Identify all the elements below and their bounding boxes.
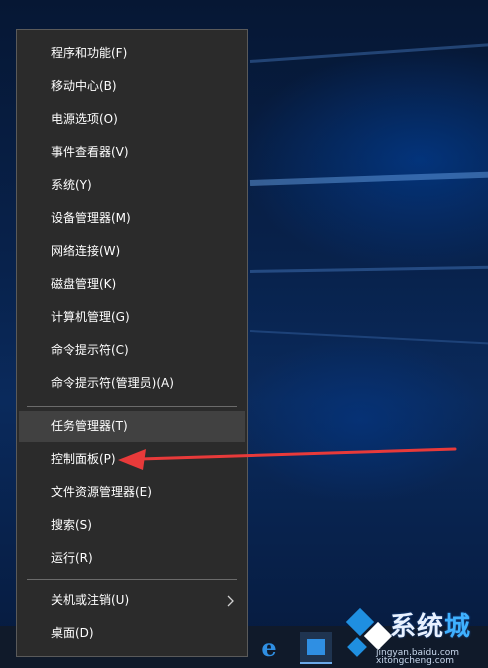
menu-item-label: 桌面(D) — [51, 626, 94, 640]
store-app-icon[interactable] — [300, 632, 332, 664]
light-beam — [249, 330, 488, 345]
menu-item-label: 任务管理器(T) — [51, 419, 128, 433]
menu-item-shutdown-signout[interactable]: 关机或注销(U) — [19, 585, 245, 616]
menu-item-desktop[interactable]: 桌面(D) — [19, 618, 245, 649]
winx-context-menu: 程序和功能(F) 移动中心(B) 电源选项(O) 事件查看器(V) 系统(Y) … — [16, 29, 248, 657]
watermark-title: 系统城 — [390, 606, 471, 643]
menu-item-label: 网络连接(W) — [51, 244, 121, 258]
menu-item-mobility-center[interactable]: 移动中心(B) — [19, 71, 245, 102]
watermark-title-accent: 城 — [444, 612, 472, 642]
menu-item-label: 系统(Y) — [51, 178, 92, 192]
menu-item-label: 文件资源管理器(E) — [51, 485, 152, 499]
menu-item-disk-management[interactable]: 磁盘管理(K) — [19, 269, 245, 300]
menu-item-label: 计算机管理(G) — [51, 310, 130, 324]
light-beam — [249, 265, 488, 273]
menu-item-label: 事件查看器(V) — [51, 145, 129, 159]
menu-item-file-explorer[interactable]: 文件资源管理器(E) — [19, 477, 245, 508]
menu-item-task-manager[interactable]: 任务管理器(T) — [19, 411, 245, 442]
menu-item-system[interactable]: 系统(Y) — [19, 170, 245, 201]
menu-item-label: 电源选项(O) — [51, 112, 118, 126]
menu-separator — [27, 406, 237, 407]
menu-item-power-options[interactable]: 电源选项(O) — [19, 104, 245, 135]
menu-item-label: 移动中心(B) — [51, 79, 117, 93]
edge-browser-icon[interactable]: e — [254, 632, 284, 662]
watermark-url-2: xitongcheng.com — [376, 656, 454, 666]
menu-item-label: 控制面板(P) — [51, 452, 116, 466]
menu-item-network-connections[interactable]: 网络连接(W) — [19, 236, 245, 267]
menu-item-label: 程序和功能(F) — [51, 46, 128, 60]
menu-separator — [27, 579, 237, 580]
menu-item-label: 设备管理器(M) — [51, 211, 131, 225]
menu-item-label: 搜索(S) — [51, 518, 92, 532]
menu-item-search[interactable]: 搜索(S) — [19, 510, 245, 541]
logo-diamond-icon — [347, 637, 367, 657]
menu-item-control-panel[interactable]: 控制面板(P) — [19, 444, 245, 475]
menu-item-device-manager[interactable]: 设备管理器(M) — [19, 203, 245, 234]
menu-item-label: 命令提示符(C) — [51, 343, 129, 357]
watermark-logo: 系统城 jingyan.baidu.com xitongcheng.com — [336, 596, 488, 668]
light-beam — [249, 43, 488, 63]
menu-item-event-viewer[interactable]: 事件查看器(V) — [19, 137, 245, 168]
menu-item-command-prompt[interactable]: 命令提示符(C) — [19, 335, 245, 366]
menu-item-run[interactable]: 运行(R) — [19, 543, 245, 574]
watermark-title-main: 系统 — [390, 612, 445, 642]
chevron-right-icon — [225, 585, 237, 616]
menu-item-label: 关机或注销(U) — [51, 593, 130, 607]
store-bag-icon — [307, 639, 325, 655]
light-beam — [249, 171, 488, 186]
menu-item-label: 磁盘管理(K) — [51, 277, 117, 291]
menu-item-label: 运行(R) — [51, 551, 93, 565]
menu-item-command-prompt-admin[interactable]: 命令提示符(管理员)(A) — [19, 368, 245, 399]
menu-item-programs-features[interactable]: 程序和功能(F) — [19, 38, 245, 69]
menu-item-label: 命令提示符(管理员)(A) — [51, 376, 174, 390]
menu-item-computer-management[interactable]: 计算机管理(G) — [19, 302, 245, 333]
